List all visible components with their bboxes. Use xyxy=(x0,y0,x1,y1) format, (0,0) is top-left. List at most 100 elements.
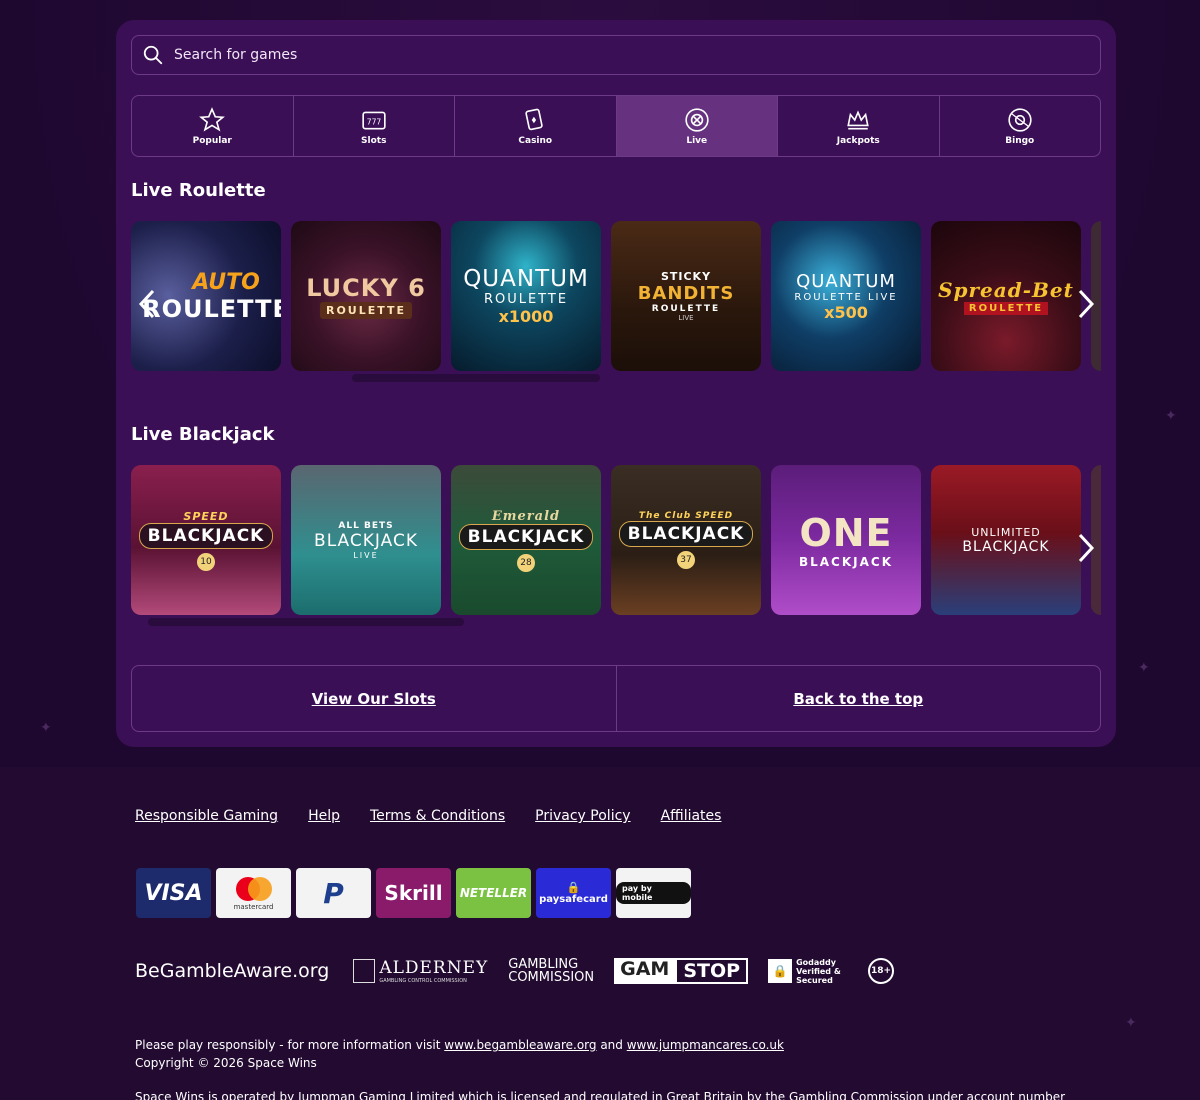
games-panel: Popular 777 Slots Casino Live Jackpots B… xyxy=(116,20,1116,747)
game-tile[interactable]: Spread-Bet ROULETTE xyxy=(931,221,1081,371)
game-line3: BLACKJACK xyxy=(798,555,894,569)
footer-link-affiliates[interactable]: Affiliates xyxy=(661,808,722,824)
game-line4: x1000 xyxy=(498,307,554,326)
game-line1: UNLIMITED xyxy=(971,525,1041,539)
alderney-logo: ALDERNEY GAMBLING CONTROL COMMISSION xyxy=(353,958,488,984)
game-line4: LIVE xyxy=(678,314,694,322)
bottom-buttons: View Our Slots Back to the top xyxy=(131,665,1101,732)
search-input[interactable] xyxy=(174,47,1054,63)
slot-machine-icon: 777 xyxy=(362,111,386,129)
tab-jackpots[interactable]: Jackpots xyxy=(778,96,940,156)
compliance-badges: BeGambleAware.org ALDERNEY GAMBLING CONT… xyxy=(135,953,895,989)
game-line2: ONE xyxy=(799,511,893,555)
gambling-commission-line2: COMMISSION xyxy=(508,970,595,985)
section-title-live-roulette: Live Roulette xyxy=(131,180,266,201)
legal-prefix: Please play responsibly - for more infor… xyxy=(135,1038,445,1052)
game-tile[interactable]: SPEED BLACKJACK 10 xyxy=(131,465,281,615)
payment-methods: VISA mastercard P Skrill NETELLER 🔒 pays… xyxy=(136,868,691,918)
search-bar[interactable] xyxy=(131,35,1101,75)
game-line2: BANDITS xyxy=(637,283,735,304)
game-tile[interactable]: ALL BETS BLACKJACK LIVE xyxy=(291,465,441,615)
responsible-play-line: Please play responsibly - for more infor… xyxy=(135,1036,1085,1054)
paysafecard-label: paysafecard xyxy=(539,894,608,905)
tab-live[interactable]: Live xyxy=(616,96,778,156)
footer-link-privacy[interactable]: Privacy Policy xyxy=(535,808,630,824)
mastercard-logo: mastercard xyxy=(216,868,291,918)
game-line2: BLACKJACK xyxy=(314,530,418,551)
jumpmancares-link[interactable]: www.jumpmancares.co.uk xyxy=(627,1038,784,1052)
alderney-name: ALDERNEY xyxy=(379,958,489,978)
game-tile[interactable]: LUCKY 6 ROULETTE xyxy=(291,221,441,371)
footer-link-help[interactable]: Help xyxy=(308,808,340,824)
game-line4: x500 xyxy=(824,302,868,322)
tab-casino[interactable]: Casino xyxy=(455,96,617,156)
game-line3: ROULETTE xyxy=(483,292,569,307)
game-line1: AUTO xyxy=(192,269,260,295)
tab-bingo[interactable]: Bingo xyxy=(940,96,1101,156)
mastercard-circles-icon xyxy=(235,877,272,901)
roulette-chip-icon xyxy=(685,107,709,132)
section-title-live-blackjack: Live Blackjack xyxy=(131,424,275,445)
game-line3: ROULETTE LIVE xyxy=(794,291,898,303)
footer-link-responsible-gaming[interactable]: Responsible Gaming xyxy=(135,808,278,824)
paysafecard-logo: 🔒 paysafecard xyxy=(536,868,611,918)
game-line2: Spread-Bet xyxy=(938,277,1074,302)
visa-logo: VISA xyxy=(136,868,211,918)
game-tile[interactable]: UNLIMITED BLACKJACK xyxy=(931,465,1081,615)
game-tile[interactable]: STICKY BANDITS ROULETTE LIVE xyxy=(611,221,761,371)
view-slots-button[interactable]: View Our Slots xyxy=(132,666,617,731)
carousel-next-button[interactable] xyxy=(1071,528,1101,568)
game-tile[interactable]: The Club SPEED BLACKJACK 37 xyxy=(611,465,761,615)
tab-label: Jackpots xyxy=(836,135,880,146)
game-line4: 37 xyxy=(677,551,695,569)
godaddy-badge: 🔒 Godaddy Verified & Secured xyxy=(768,958,846,985)
tab-label: Slots xyxy=(361,135,387,146)
tab-label: Bingo xyxy=(1005,135,1035,146)
age-18-badge: 18+ xyxy=(868,958,895,984)
neteller-logo: NETELLER xyxy=(456,868,531,918)
star-decoration: ✦ xyxy=(40,720,52,736)
lock-icon: 🔒 xyxy=(566,881,581,894)
begambleaware-link[interactable]: www.begambleaware.org xyxy=(444,1038,596,1052)
carousel-scrollbar[interactable] xyxy=(352,374,600,382)
pay-by-mobile-logo: pay by mobile xyxy=(616,868,691,918)
chevron-right-icon xyxy=(1078,289,1095,319)
game-line1: ALL BETS xyxy=(338,520,394,531)
game-line3: ROULETTE xyxy=(319,301,413,319)
tab-slots[interactable]: 777 Slots xyxy=(294,96,455,156)
gamstop-logo: GAM STOP xyxy=(614,958,749,984)
tab-label: Live xyxy=(686,135,708,146)
carousel-next-button[interactable] xyxy=(1071,284,1101,324)
game-tile[interactable]: Emerald BLACKJACK 28 xyxy=(451,465,601,615)
game-row-blackjack: SPEED BLACKJACK 10 ALL BETS BLACKJACK LI… xyxy=(131,465,1101,615)
game-tile[interactable]: QUANTUM ROULETTE x1000 xyxy=(451,221,601,371)
game-line3: ROULETTE xyxy=(963,301,1049,315)
copyright-line: Copyright © 2026 Space Wins xyxy=(135,1056,317,1070)
legal-text: Please play responsibly - for more infor… xyxy=(135,1036,1085,1100)
tab-popular[interactable]: Popular xyxy=(132,96,294,156)
gambling-commission-logo: GAMBLING COMMISSION xyxy=(508,958,594,984)
game-line2: BLACKJACK xyxy=(962,538,1050,555)
search-icon xyxy=(143,45,163,65)
svg-text:777: 777 xyxy=(367,117,382,126)
bingo-ball-icon xyxy=(1008,107,1032,132)
carousel-prev-button[interactable] xyxy=(132,284,162,324)
operator-line: Space Wins is operated by Jumpman Gaming… xyxy=(135,1090,1066,1100)
game-tile[interactable]: ONE BLACKJACK xyxy=(771,465,921,615)
paypal-logo: P xyxy=(296,868,371,918)
back-to-top-button[interactable]: Back to the top xyxy=(617,666,1101,731)
footer-links: Responsible Gaming Help Terms & Conditio… xyxy=(135,808,721,824)
star-decoration: ✦ xyxy=(1165,408,1177,424)
mastercard-label: mastercard xyxy=(233,903,274,911)
game-line2: LUCKY 6 xyxy=(306,273,426,302)
game-line1: STICKY xyxy=(660,270,712,283)
game-tile[interactable]: QUANTUM ROULETTE LIVE x500 xyxy=(771,221,921,371)
game-line2: BLACKJACK xyxy=(138,522,274,549)
pay-by-mobile-label: pay by mobile xyxy=(616,882,691,904)
footer-link-terms[interactable]: Terms & Conditions xyxy=(370,808,505,824)
category-tabs: Popular 777 Slots Casino Live Jackpots B… xyxy=(131,95,1101,157)
carousel-scrollbar[interactable] xyxy=(148,618,464,626)
game-line2: QUANTUM xyxy=(796,270,896,292)
game-line1: SPEED xyxy=(183,509,229,523)
tab-label: Popular xyxy=(192,135,232,146)
